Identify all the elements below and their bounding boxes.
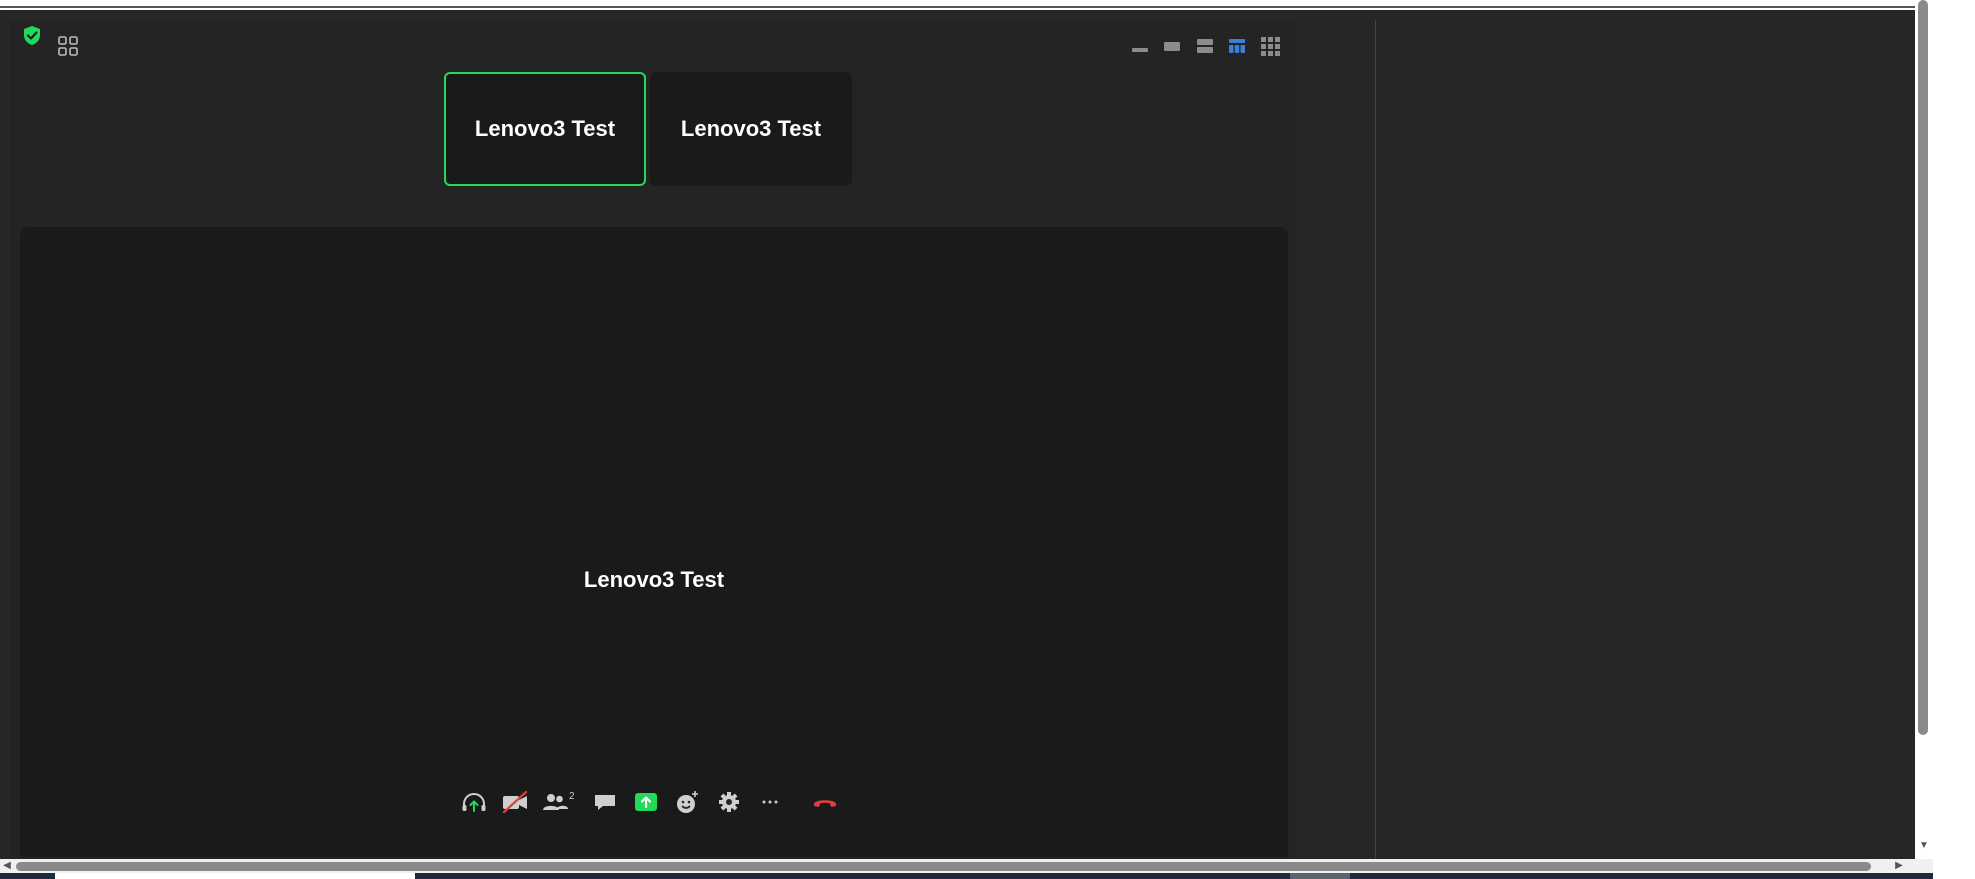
grid-view-icon[interactable] [1258,34,1282,58]
speaker-strip-view-icon[interactable] [1160,34,1184,58]
reactions-icon[interactable] [672,789,702,815]
taskbar-item [1290,873,1350,879]
gutter [1298,20,1376,859]
scroll-left-arrow-icon[interactable]: ◀ [0,859,14,873]
share-screen-icon[interactable] [631,789,661,815]
shield-check-icon[interactable] [21,24,43,48]
participants-icon[interactable]: 2 [541,789,577,815]
scroll-down-arrow-icon[interactable]: ▼ [1916,838,1932,854]
side-panel [1376,20,1915,859]
participant-tile[interactable]: Lenovo3 Test [444,72,646,186]
leave-icon[interactable] [810,789,840,815]
gallery-view-icon[interactable] [1225,34,1249,58]
minimize-view-icon[interactable] [1128,34,1152,58]
main-video-stage: Lenovo3 Test [20,227,1288,857]
window-top-edge [0,0,1915,8]
scroll-right-arrow-icon[interactable]: ▶ [1892,859,1906,873]
taskbar-item [55,873,415,879]
main-speaker-name: Lenovo3 Test [583,567,725,592]
apps-grid-icon[interactable] [56,34,80,58]
settings-icon[interactable] [714,789,744,815]
participant-tile[interactable]: Lenovo3 Test [650,72,852,186]
participant-name: Lenovo3 Test [474,116,616,141]
split-view-icon[interactable] [1193,34,1217,58]
horizontal-scroll-thumb[interactable] [16,862,1871,871]
participant-name: Lenovo3 Test [680,116,822,141]
chat-icon[interactable] [590,789,620,815]
audio-icon[interactable] [459,789,489,815]
participant-count: 2 [569,791,575,802]
more-icon[interactable] [755,789,785,815]
vertical-scroll-thumb[interactable] [1918,0,1928,735]
video-off-icon[interactable] [500,789,530,815]
